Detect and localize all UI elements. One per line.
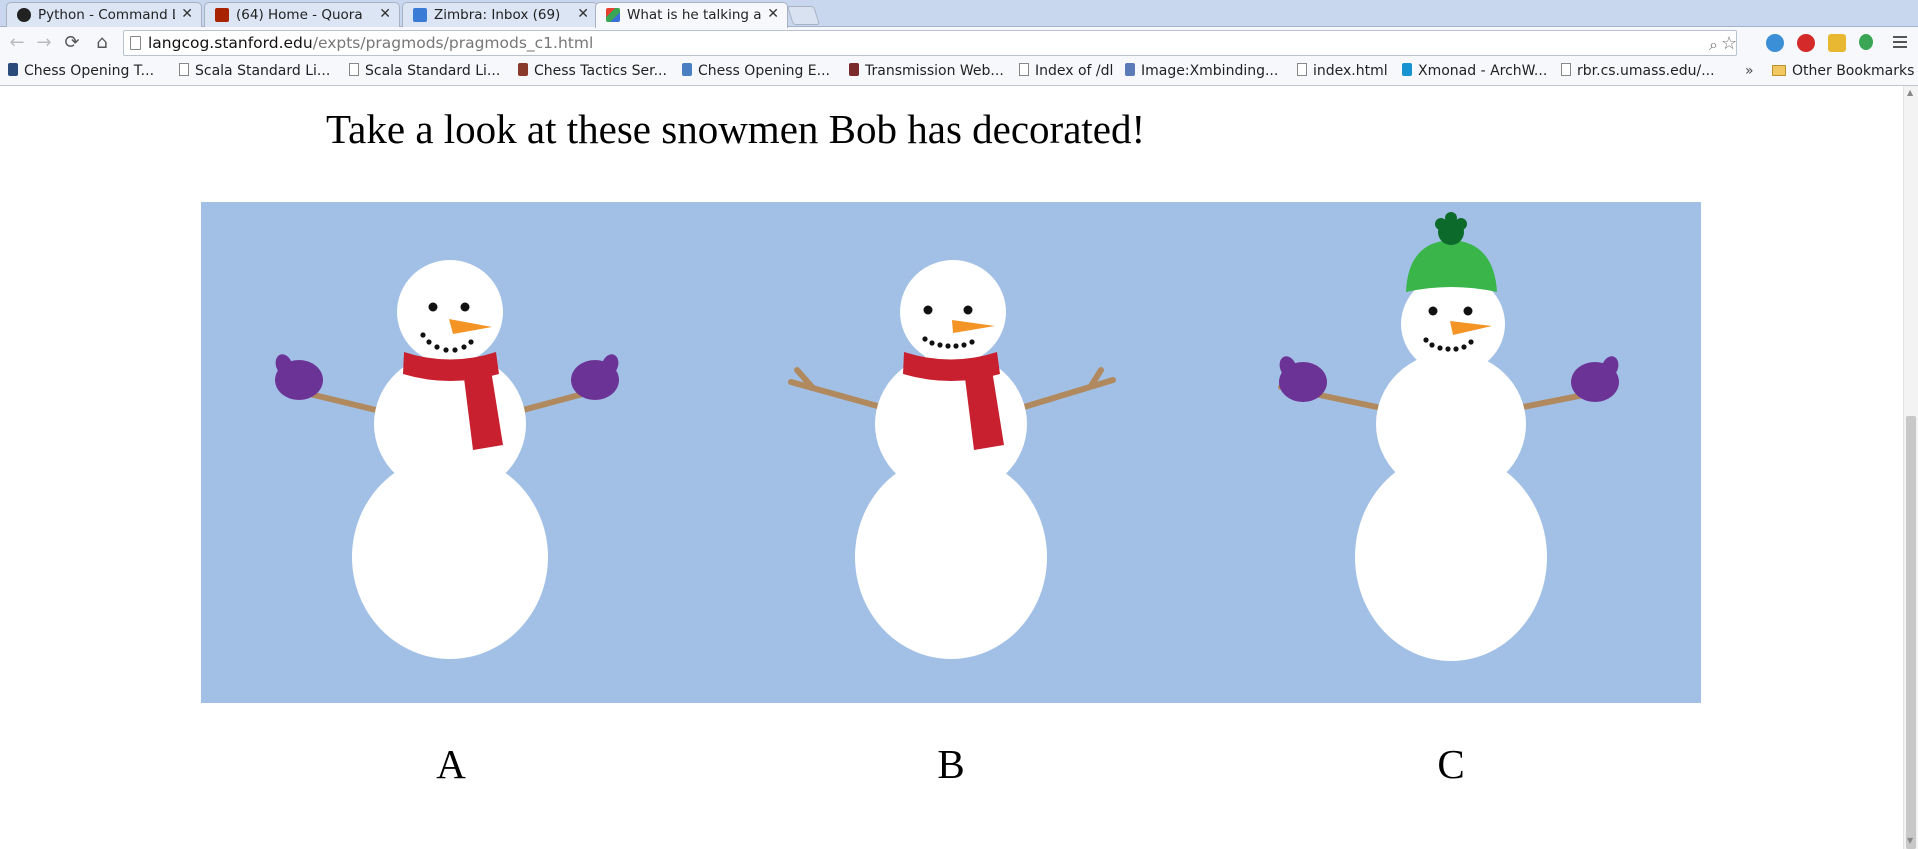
choice-label-a: A xyxy=(436,741,466,787)
choice-label-b: B xyxy=(937,741,965,787)
bookmark-item[interactable]: Image:Xmbinding... xyxy=(1125,63,1278,79)
bookmark-item[interactable]: Scala Standard Li... xyxy=(349,63,500,79)
phone-extension-icon[interactable] xyxy=(1828,34,1846,52)
browser-toolbar: ← → ⟳ ⌂ langcog.stanford.edu/expts/pragm… xyxy=(0,27,1918,59)
scroll-up-icon[interactable]: ▲ xyxy=(1907,88,1913,97)
close-tab-icon[interactable]: ✕ xyxy=(181,6,193,22)
mitten-icon xyxy=(1571,356,1619,402)
bookmark-item[interactable]: Chess Tactics Ser... xyxy=(518,63,667,79)
bookmark-label: Chess Opening T... xyxy=(24,63,155,79)
other-bookmarks-label: Other Bookmarks xyxy=(1792,63,1915,79)
twig-arm xyxy=(1021,367,1116,410)
page-icon xyxy=(1019,63,1029,76)
page-icon xyxy=(349,63,359,76)
bookmark-label: Scala Standard Li... xyxy=(195,63,331,79)
star-bookmark-icon[interactable]: ☆ xyxy=(1721,33,1737,54)
page-content: Take a look at these snowmen Bob has dec… xyxy=(0,86,1918,849)
tab-active[interactable]: What is he talking abo ✕ xyxy=(595,2,788,28)
bookmark-item[interactable]: Transmission Web... xyxy=(849,63,1004,79)
bookmark-label: Chess Opening E... xyxy=(698,63,830,79)
bookmark-label: Index of /dl xyxy=(1035,63,1114,79)
bookmark-favicon-icon xyxy=(518,63,528,76)
bookmarks-overflow-button[interactable]: » xyxy=(1745,63,1754,79)
zimbra-favicon-icon xyxy=(413,8,427,22)
close-tab-icon[interactable]: ✕ xyxy=(379,6,391,22)
vertical-scrollbar[interactable]: ▲ ▼ xyxy=(1903,86,1918,849)
tab-strip: Python - Command Lin ✕ (64) Home - Quora… xyxy=(0,0,1918,28)
mitten-icon xyxy=(571,354,619,400)
bookmarks-bar: Chess Opening T... Scala Standard Li... … xyxy=(0,59,1918,86)
home-icon[interactable]: ⌂ xyxy=(91,32,113,54)
bookmark-favicon-icon xyxy=(682,63,692,76)
bookmark-favicon-icon xyxy=(1125,63,1135,76)
tab-zimbra[interactable]: Zimbra: Inbox (69) ✕ xyxy=(402,2,598,27)
folder-icon xyxy=(1772,65,1786,76)
page-icon xyxy=(1297,63,1307,76)
python-favicon-icon xyxy=(17,8,31,22)
bookmark-item[interactable]: index.html xyxy=(1297,63,1388,79)
scrollbar-thumb[interactable] xyxy=(1906,416,1916,849)
tab-title: Zimbra: Inbox (69) xyxy=(434,7,561,23)
back-arrow-icon[interactable]: ← xyxy=(6,32,28,54)
scroll-down-icon[interactable]: ▼ xyxy=(1907,836,1913,845)
hat-pompom xyxy=(1435,212,1467,245)
bookmark-item[interactable]: Scala Standard Li... xyxy=(179,63,330,79)
close-tab-icon[interactable]: ✕ xyxy=(767,6,779,22)
page-icon xyxy=(130,36,141,50)
arch-favicon-icon xyxy=(1402,63,1412,76)
zoom-icon[interactable]: ⌕ xyxy=(1709,35,1718,55)
bookmark-label: Transmission Web... xyxy=(865,63,1004,79)
bookmark-label: index.html xyxy=(1313,63,1388,79)
bookmark-label: Scala Standard Li... xyxy=(365,63,501,79)
snowmen-illustration xyxy=(273,212,1622,661)
tab-title: Python - Command Lin xyxy=(38,7,175,23)
choice-label-c: C xyxy=(1437,741,1465,787)
tab-title: What is he talking abo xyxy=(627,7,761,23)
adblock-extension-icon[interactable] xyxy=(1797,34,1815,52)
url-text[interactable]: langcog.stanford.edu/expts/pragmods/prag… xyxy=(148,34,593,52)
bookmark-label: Xmonad - ArchW... xyxy=(1418,63,1548,79)
bookmark-item[interactable]: rbr.cs.umass.edu/... xyxy=(1561,63,1715,79)
tab-quora[interactable]: (64) Home - Quora ✕ xyxy=(204,2,400,27)
new-tab-button[interactable] xyxy=(786,6,821,25)
tab-title: (64) Home - Quora xyxy=(236,7,363,23)
cube-favicon-icon xyxy=(606,8,620,22)
reload-icon[interactable]: ⟳ xyxy=(61,32,83,54)
bookmark-label: rbr.cs.umass.edu/... xyxy=(1577,63,1715,79)
forward-arrow-icon[interactable]: → xyxy=(33,32,55,54)
snowmen-image xyxy=(201,202,1701,703)
other-bookmarks-folder[interactable]: Other Bookmarks xyxy=(1772,63,1914,79)
bookmark-favicon-icon xyxy=(8,63,18,76)
url-path: /expts/pragmods/pragmods_c1.html xyxy=(312,34,594,52)
bookmark-label: Image:Xmbinding... xyxy=(1141,63,1279,79)
url-host: langcog.stanford.edu xyxy=(148,34,313,52)
bookmark-item[interactable]: Chess Opening T... xyxy=(8,63,154,79)
snowman-b[interactable] xyxy=(788,260,1116,659)
address-bar[interactable]: langcog.stanford.edu/expts/pragmods/prag… xyxy=(123,30,1737,56)
bookmark-label: Chess Tactics Ser... xyxy=(534,63,667,79)
green-hat xyxy=(1406,240,1497,292)
menu-icon[interactable] xyxy=(1893,36,1907,51)
v-extension-icon[interactable] xyxy=(1766,34,1784,52)
page-heading: Take a look at these snowmen Bob has dec… xyxy=(326,106,1146,152)
bookmark-item[interactable]: Xmonad - ArchW... xyxy=(1402,63,1547,79)
page-icon xyxy=(1561,63,1571,76)
bookmark-item[interactable]: Index of /dl xyxy=(1019,63,1113,79)
quora-favicon-icon xyxy=(215,8,229,22)
mitten-icon xyxy=(275,354,323,400)
snowman-a[interactable] xyxy=(273,260,622,659)
tab-python[interactable]: Python - Command Lin ✕ xyxy=(6,2,202,27)
snowman-c[interactable] xyxy=(1277,212,1622,661)
close-tab-icon[interactable]: ✕ xyxy=(577,6,589,22)
twig-arm xyxy=(788,367,884,410)
bookmark-favicon-icon xyxy=(849,63,859,76)
page-icon xyxy=(179,63,189,76)
bookmark-item[interactable]: Chess Opening E... xyxy=(682,63,830,79)
mitten-icon xyxy=(1279,356,1327,402)
evernote-extension-icon[interactable] xyxy=(1859,34,1873,50)
